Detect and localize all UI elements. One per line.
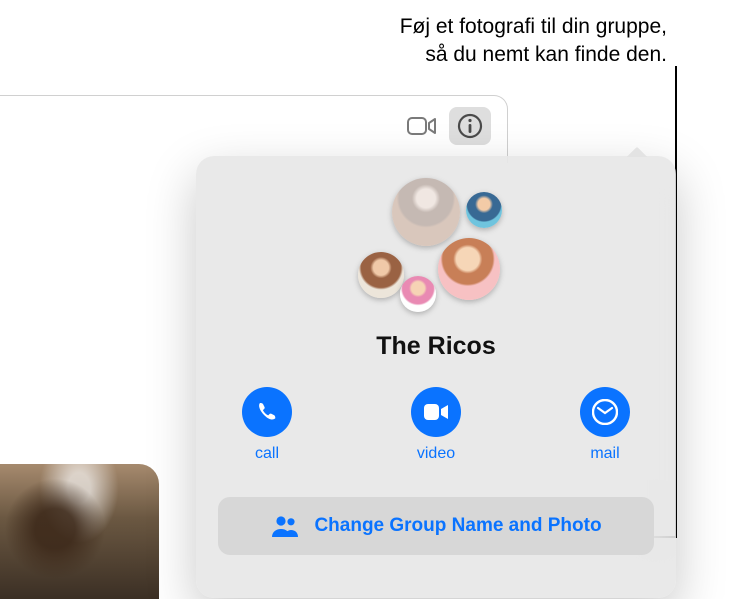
call-button-label: call xyxy=(255,445,279,463)
mail-bubble xyxy=(580,387,630,437)
member-avatar xyxy=(466,192,502,228)
phone-icon xyxy=(255,400,279,424)
mail-icon xyxy=(592,399,618,425)
callout-line-2: så du nemt kan finde den. xyxy=(425,43,667,66)
video-bubble xyxy=(411,387,461,437)
member-avatar xyxy=(438,238,500,300)
group-name-heading: The Ricos xyxy=(218,332,654,361)
video-icon xyxy=(407,116,437,136)
info-button[interactable] xyxy=(449,107,491,145)
member-avatar xyxy=(400,276,436,312)
video-button[interactable]: video xyxy=(411,387,461,463)
member-avatar xyxy=(392,178,460,246)
info-icon xyxy=(457,113,483,139)
change-group-label: Change Group Name and Photo xyxy=(314,515,601,537)
details-popover: The Ricos call video mail Change Group N… xyxy=(196,156,676,598)
group-avatar-cluster[interactable] xyxy=(358,178,514,322)
toolbar xyxy=(401,107,491,145)
action-row: call video mail xyxy=(218,387,654,463)
call-button[interactable]: call xyxy=(242,387,292,463)
mail-button-label: mail xyxy=(590,445,619,463)
callout-line-1: Føj et fotografi til din gruppe, xyxy=(400,15,667,38)
people-icon xyxy=(270,515,300,537)
conversation-photo-preview xyxy=(0,464,159,599)
callout-text: Føj et fotografi til din gruppe, så du n… xyxy=(400,13,667,70)
change-group-button[interactable]: Change Group Name and Photo xyxy=(218,497,654,555)
facetime-button[interactable] xyxy=(401,107,443,145)
member-avatar xyxy=(358,252,404,298)
mail-button[interactable]: mail xyxy=(580,387,630,463)
call-bubble xyxy=(242,387,292,437)
video-button-label: video xyxy=(417,445,455,463)
popover-arrow xyxy=(626,146,648,157)
window-toolbar xyxy=(0,95,508,163)
video-icon xyxy=(423,403,449,421)
